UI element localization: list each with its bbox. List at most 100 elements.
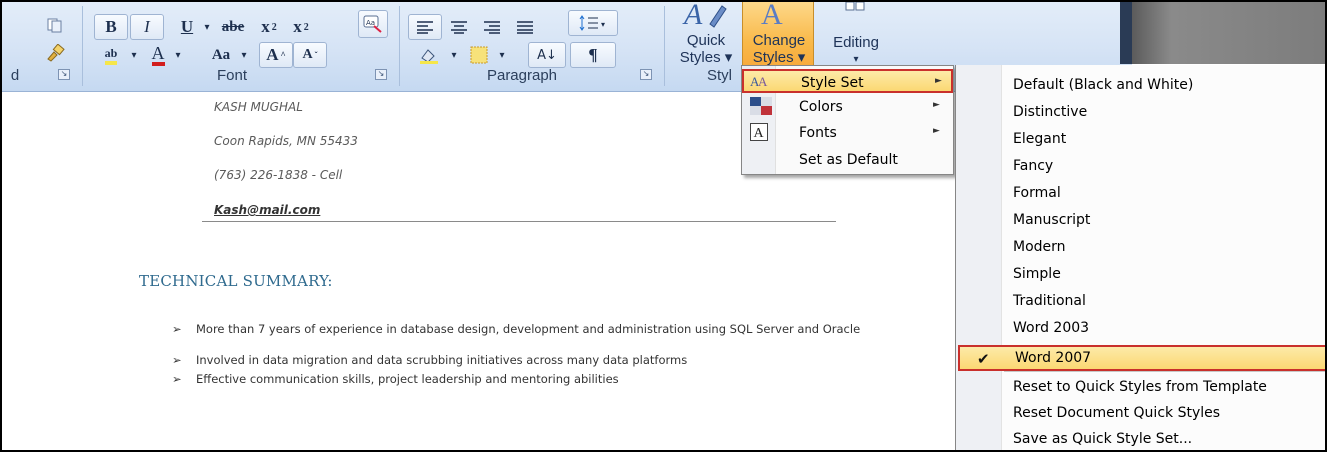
style-set-item[interactable]: Fancy <box>956 153 1325 179</box>
superscript-button[interactable]: x2 <box>286 14 316 40</box>
underline-dropdown-icon[interactable]: ▾ <box>200 14 214 40</box>
bullet-text: Involved in data migration and data scru… <box>196 353 688 367</box>
clipboard-group-label: d <box>10 67 20 84</box>
style-set-item[interactable]: Elegant <box>956 126 1325 152</box>
style-set-item-label: Manuscript <box>1013 212 1091 228</box>
paragraph-launcher-icon[interactable]: ↘ <box>640 69 652 80</box>
svg-text:Aa: Aa <box>366 19 375 27</box>
borders-icon <box>470 46 488 64</box>
clear-formatting-button[interactable]: Aa <box>358 10 388 38</box>
align-right-icon <box>484 21 500 34</box>
font-color-dropdown-icon[interactable]: ▾ <box>172 42 184 68</box>
bullet-arrow-icon: ➢ <box>172 322 182 336</box>
submenu-arrow-icon: ► <box>933 100 940 110</box>
justify-icon <box>517 21 533 34</box>
paragraph-group-label: Paragraph <box>486 67 558 84</box>
quick-styles-label-line2: Styles ▾ <box>679 49 733 66</box>
line-spacing-icon: ▾ <box>579 15 605 31</box>
align-left-icon <box>417 21 433 34</box>
submenu-arrow-icon: ► <box>935 76 942 86</box>
menu-item-style-set[interactable]: AA Style Set ► <box>742 69 953 93</box>
quick-styles-text: Styles <box>679 49 721 66</box>
italic-button[interactable]: I <box>130 14 164 40</box>
underline-button[interactable]: U <box>172 14 202 40</box>
clear-formatting-icon: Aa <box>363 15 382 33</box>
svg-text:A: A <box>761 2 783 31</box>
quick-styles-icon: A <box>682 2 727 31</box>
style-set-item[interactable]: Traditional <box>956 288 1325 314</box>
change-styles-button[interactable]: A Change Styles ▾ <box>742 2 814 70</box>
copy-button[interactable] <box>42 12 68 38</box>
fonts-icon: A <box>750 123 768 141</box>
style-set-item-label: Word 2007 <box>1015 350 1092 366</box>
highlight-dropdown-icon[interactable]: ▾ <box>128 42 140 68</box>
subscript-button[interactable]: x2 <box>254 14 284 40</box>
bold-button[interactable]: B <box>94 14 128 40</box>
style-set-item[interactable]: Distinctive <box>956 99 1325 125</box>
reset-to-template-item[interactable]: Reset to Quick Styles from Template <box>956 374 1325 400</box>
align-right-button[interactable] <box>476 14 508 40</box>
style-set-item[interactable]: Manuscript <box>956 207 1325 233</box>
submenu-arrow-icon: ► <box>933 126 940 136</box>
strikethrough-button[interactable]: abe <box>214 14 252 40</box>
separator <box>664 6 665 86</box>
change-case-button[interactable]: Aa <box>204 42 238 68</box>
save-style-set-item[interactable]: Save as Quick Style Set... <box>956 426 1325 450</box>
style-set-item[interactable]: Word 2003 <box>956 315 1325 341</box>
styles-group-label: Styl <box>707 67 733 84</box>
line-spacing-button[interactable]: ▾ <box>568 10 618 36</box>
shading-button[interactable] <box>412 42 446 68</box>
justify-button[interactable] <box>509 14 541 40</box>
superscript-label: x <box>293 17 302 36</box>
shrink-font-label: A <box>302 47 313 62</box>
borders-dropdown-icon[interactable]: ▾ <box>496 42 508 68</box>
style-set-submenu: Default (Black and White) Distinctive El… <box>955 65 1325 450</box>
separator <box>399 6 400 86</box>
style-set-item-label: Traditional <box>1013 293 1086 309</box>
grow-font-button[interactable]: A ^ <box>259 42 293 68</box>
change-case-dropdown-icon[interactable]: ▾ <box>238 42 250 68</box>
style-set-item-selected[interactable]: ✔ Word 2007 <box>958 345 1325 371</box>
resume-address: Coon Rapids, MN 55433 <box>214 134 358 148</box>
reset-document-styles-item[interactable]: Reset Document Quick Styles <box>956 400 1325 426</box>
style-set-item[interactable]: Formal <box>956 180 1325 206</box>
resume-email-link[interactable]: Kash@mail.com <box>214 203 320 217</box>
style-set-item[interactable]: Default (Black and White) <box>956 72 1325 98</box>
svg-text:▾: ▾ <box>601 20 605 29</box>
menu-item-fonts[interactable]: A Fonts ► <box>742 121 953 145</box>
editing-button[interactable]: Editing ▾ <box>820 2 892 70</box>
sort-button[interactable]: A↓ <box>528 42 566 68</box>
align-center-button[interactable] <box>443 14 475 40</box>
show-hide-button[interactable]: ¶ <box>570 42 616 68</box>
menu-item-set-as-default[interactable]: Set as Default <box>742 148 953 172</box>
font-launcher-icon[interactable]: ↘ <box>375 69 387 80</box>
bullet-arrow-icon: ➢ <box>172 372 182 386</box>
action-label: Reset to Quick Styles from Template <box>1013 379 1267 395</box>
style-set-item-label: Elegant <box>1013 131 1067 147</box>
highlight-label: ab <box>104 46 118 65</box>
font-color-label: A <box>151 44 165 66</box>
shading-dropdown-icon[interactable]: ▾ <box>448 42 460 68</box>
svg-text:A: A <box>682 2 703 31</box>
clipboard-launcher-icon[interactable]: ↘ <box>58 69 70 80</box>
shrink-font-button[interactable]: Aˇ <box>293 42 327 68</box>
align-center-icon <box>451 21 467 34</box>
align-left-button[interactable] <box>408 14 442 40</box>
borders-button[interactable] <box>464 42 494 68</box>
highlight-button[interactable]: ab <box>94 42 128 68</box>
menu-item-colors[interactable]: Colors ► <box>742 95 953 119</box>
style-set-item[interactable]: Simple <box>956 261 1325 287</box>
quick-styles-button[interactable]: A Quick Styles ▾ <box>670 2 742 70</box>
style-set-text: Style Set <box>801 75 864 91</box>
font-color-button[interactable]: A <box>144 42 172 68</box>
format-painter-button[interactable] <box>42 40 68 66</box>
checkmark-icon: ✔ <box>977 350 990 368</box>
style-set-item-label: Fancy <box>1013 158 1054 174</box>
style-set-item-label: Word 2003 <box>1013 320 1090 336</box>
style-set-item-label: Distinctive <box>1013 104 1088 120</box>
quick-styles-label-line1: Quick <box>686 32 726 49</box>
style-set-item-label: Simple <box>1013 266 1061 282</box>
menu-separator <box>1004 371 1325 372</box>
style-set-item[interactable]: Modern <box>956 234 1325 260</box>
style-set-item-label: Formal <box>1013 185 1061 201</box>
